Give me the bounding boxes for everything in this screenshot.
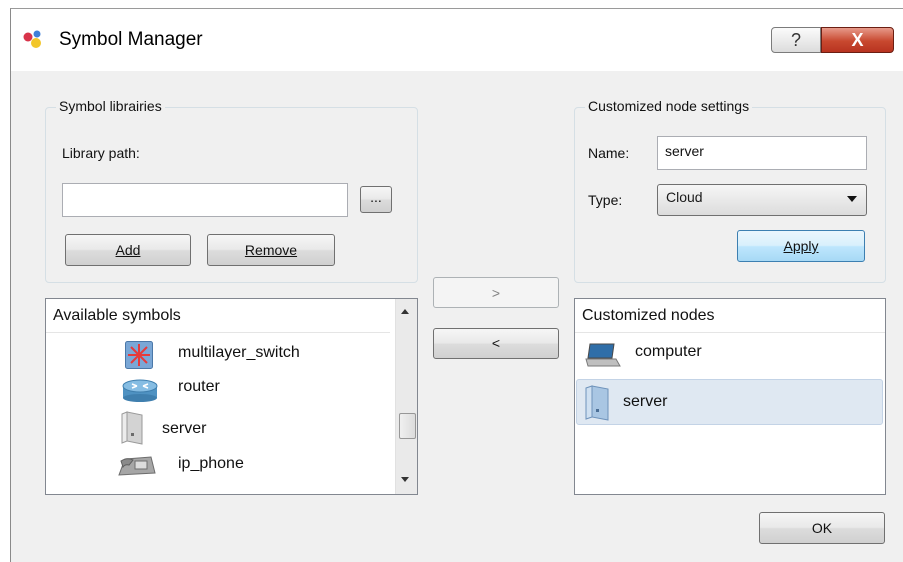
symbol-manager-dialog: Symbol Manager ? X Symbol librairies Lib… — [10, 8, 903, 562]
browse-button[interactable]: ... — [360, 186, 392, 213]
remove-button[interactable]: Remove — [207, 234, 335, 266]
type-label: Type: — [588, 192, 623, 208]
list-item-label: ip_phone — [178, 455, 244, 472]
available-symbols-list[interactable]: Available symbols multilayer_switch rout… — [45, 298, 418, 495]
scroll-thumb[interactable] — [399, 413, 416, 439]
server-icon — [585, 385, 609, 421]
available-symbols-scrollbar[interactable] — [395, 299, 417, 494]
list-item[interactable]: server — [46, 409, 395, 447]
symbol-libraries-group: Symbol librairies Library path: ... Add … — [45, 98, 418, 283]
app-icon — [23, 30, 41, 48]
add-to-customized-button[interactable]: > — [433, 277, 559, 308]
symbol-libraries-title: Symbol librairies — [56, 98, 165, 114]
list-item[interactable]: multilayer_switch — [46, 337, 395, 371]
dialog-body: Symbol librairies Library path: ... Add … — [17, 71, 898, 557]
name-input[interactable]: server — [657, 136, 867, 170]
list-item-selected[interactable]: server — [576, 379, 883, 425]
remove-from-customized-button[interactable]: < — [433, 328, 559, 359]
list-item[interactable]: ip_phone — [46, 449, 395, 483]
add-label: Add — [115, 242, 141, 258]
scroll-down-icon[interactable] — [401, 477, 409, 482]
window-title: Symbol Manager — [59, 29, 203, 50]
node-settings-group: Customized node settings Name: server Ty… — [574, 98, 886, 283]
ip-phone-icon — [118, 456, 156, 476]
server-icon — [121, 411, 143, 445]
available-symbols-header[interactable]: Available symbols — [46, 299, 390, 333]
list-item-label: computer — [635, 343, 702, 360]
title-bar[interactable]: Symbol Manager ? X — [11, 9, 903, 71]
library-path-label: Library path: — [62, 145, 140, 161]
list-item-label: server — [623, 393, 668, 410]
close-button[interactable]: X — [821, 27, 894, 53]
list-item-label: router — [178, 378, 220, 395]
list-item-label: server — [162, 420, 207, 437]
router-icon — [122, 379, 158, 402]
scroll-up-icon[interactable] — [401, 309, 409, 314]
name-label: Name: — [588, 145, 630, 161]
remove-label: Remove — [244, 242, 298, 258]
computer-icon — [585, 343, 621, 367]
add-button[interactable]: Add — [65, 234, 191, 266]
multilayer-switch-icon — [125, 341, 153, 369]
customized-nodes-header[interactable]: Customized nodes — [575, 299, 885, 333]
list-item[interactable]: router — [46, 372, 395, 406]
type-dropdown-value: Cloud — [666, 189, 703, 205]
ok-button[interactable]: OK — [759, 512, 885, 544]
customized-nodes-list[interactable]: Customized nodes computer server — [574, 298, 886, 495]
library-path-input[interactable] — [62, 183, 348, 217]
chevron-down-icon — [847, 196, 857, 202]
list-item[interactable]: computer — [575, 337, 885, 371]
apply-label: Apply — [783, 238, 819, 254]
help-button[interactable]: ? — [771, 27, 821, 53]
list-item-label: multilayer_switch — [178, 344, 300, 361]
apply-button[interactable]: Apply — [737, 230, 865, 262]
node-settings-title: Customized node settings — [585, 98, 753, 114]
type-dropdown[interactable]: Cloud — [657, 184, 867, 216]
